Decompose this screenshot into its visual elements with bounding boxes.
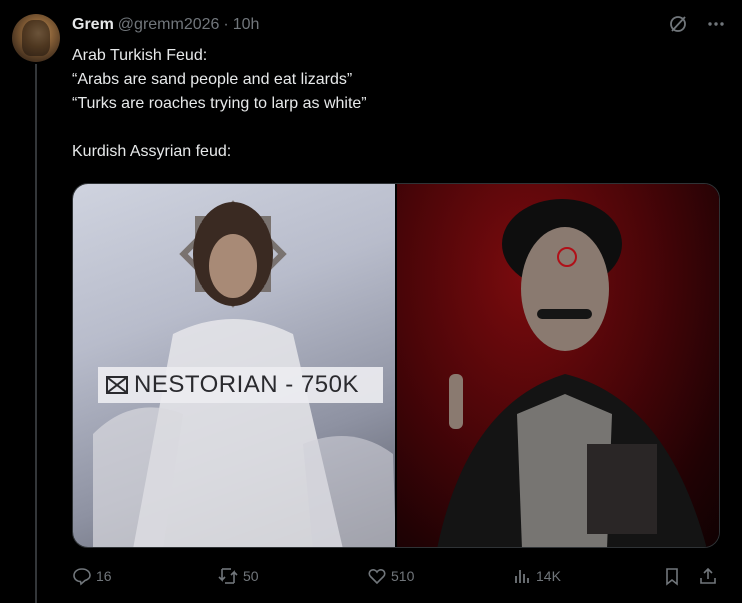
repost-count: 50 xyxy=(243,568,259,584)
separator-dot: · xyxy=(223,16,229,33)
tweet-top-icons xyxy=(668,14,726,34)
repost-button[interactable]: 50 xyxy=(217,564,259,588)
media-image-right[interactable] xyxy=(397,184,719,547)
like-count: 510 xyxy=(391,568,415,584)
like-icon xyxy=(367,566,387,586)
author-handle[interactable]: @gremm2026 xyxy=(118,16,220,34)
figure-silhouette xyxy=(93,202,395,547)
author-name[interactable]: Grem xyxy=(72,16,114,34)
views-count: 14K xyxy=(536,568,561,584)
views-button[interactable]: 14K xyxy=(512,564,561,588)
share-button[interactable] xyxy=(698,564,718,588)
reply-icon xyxy=(72,566,92,586)
reply-count: 16 xyxy=(96,568,112,584)
flag-icon xyxy=(106,376,128,394)
thread-line xyxy=(35,64,37,603)
figure-portrait xyxy=(437,199,707,547)
more-icon[interactable] xyxy=(706,14,726,34)
media-grid: NESTORIAN - 750K xyxy=(72,183,720,548)
like-button[interactable]: 510 xyxy=(367,564,414,588)
avatar[interactable] xyxy=(12,14,60,62)
tweet-line: “Arabs are sand people and eat lizards” xyxy=(72,71,353,88)
bookmark-icon xyxy=(662,566,682,586)
tweet-line: “Turks are roaches trying to larp as whi… xyxy=(72,95,367,112)
tweet-line: Kurdish Assyrian feud: xyxy=(72,143,232,160)
grok-icon[interactable] xyxy=(668,14,688,34)
reply-button[interactable]: 16 xyxy=(72,564,112,588)
tweet-header: Grem @gremm2026 · 10h xyxy=(72,14,259,36)
bookmark-button[interactable] xyxy=(662,564,682,588)
tweet-text: Arab Turkish Feud: “Arabs are sand peopl… xyxy=(72,44,712,164)
views-icon xyxy=(512,566,532,586)
banner-text: NESTORIAN - 750K xyxy=(134,371,359,398)
tweet-line-blank xyxy=(72,116,712,140)
media-banner: NESTORIAN - 750K xyxy=(98,367,383,403)
repost-icon xyxy=(217,566,239,586)
timestamp[interactable]: 10h xyxy=(233,16,260,34)
share-icon xyxy=(698,566,718,586)
tweet-line: Arab Turkish Feud: xyxy=(72,47,208,64)
action-bar: 16 50 510 14K xyxy=(72,564,720,588)
media-image-left[interactable]: NESTORIAN - 750K xyxy=(73,184,395,547)
